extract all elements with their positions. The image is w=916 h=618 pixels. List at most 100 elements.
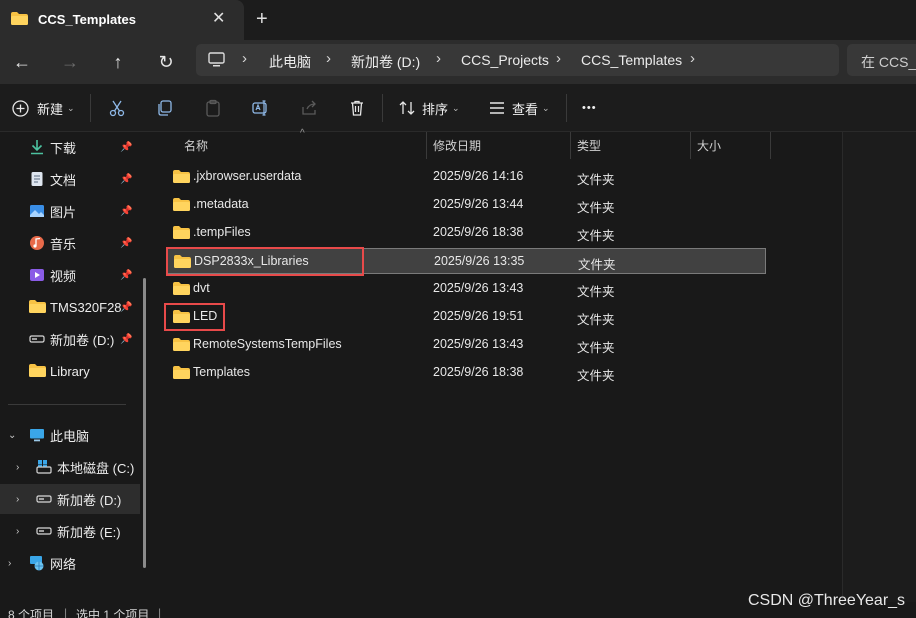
view-button[interactable]: 查看 ⌄	[488, 96, 550, 120]
sidebar-item-pictures[interactable]: 图片 📌	[0, 196, 140, 226]
sidebar-item-downloads[interactable]: 下载 📌	[0, 132, 140, 162]
sidebar-item-tms320f28[interactable]: TMS320F28 📌	[0, 292, 140, 322]
folder-icon	[29, 364, 46, 377]
sidebar-item-label: 文档	[50, 172, 77, 188]
file-row[interactable]: .jxbrowser.userdata 2025/9/26 14:16 文件夹	[166, 164, 766, 190]
breadcrumb-ccs-projects[interactable]: CCS_Projects	[461, 52, 549, 68]
new-tab-button[interactable]: +	[256, 8, 268, 30]
sidebar-item-this-pc[interactable]: ⌄ 此电脑	[0, 420, 140, 450]
sidebar-item-network[interactable]: › 网络	[0, 548, 140, 578]
address-bar[interactable]: › 此电脑 › 新加卷 (D:) › CCS_Projects › CCS_Te…	[196, 44, 839, 76]
chevron-right-icon[interactable]: ›	[16, 462, 19, 473]
chevron-right-icon[interactable]: ›	[690, 50, 695, 67]
file-row[interactable]: RemoteSystemsTempFiles 2025/9/26 13:43 文件夹	[166, 332, 766, 358]
chevron-right-icon[interactable]: ›	[16, 526, 19, 537]
file-row[interactable]: .metadata 2025/9/26 13:44 文件夹	[166, 192, 766, 218]
sidebar-item-music[interactable]: 音乐 📌	[0, 228, 140, 258]
network-icon	[30, 556, 44, 571]
file-date: 2025/9/26 13:44	[433, 197, 524, 211]
file-date: 2025/9/26 18:38	[433, 225, 524, 239]
view-label: 查看	[512, 101, 539, 117]
sidebar-item-drive-d-quick[interactable]: 新加卷 (D:) 📌	[0, 324, 140, 354]
status-divider: |	[64, 606, 68, 618]
delete-button[interactable]	[348, 96, 366, 120]
column-header-date[interactable]: 修改日期	[427, 132, 570, 159]
breadcrumb-drive-d[interactable]: 新加卷 (D:)	[351, 52, 420, 72]
refresh-icon: ↻	[158, 51, 174, 72]
breadcrumb-ccs-templates[interactable]: CCS_Templates	[581, 52, 682, 68]
pin-icon: 📌	[120, 269, 133, 281]
chevron-down-icon: ⌄	[542, 102, 550, 113]
chevron-right-icon[interactable]: ›	[16, 494, 19, 505]
copy-button[interactable]	[156, 96, 174, 120]
refresh-button[interactable]: ↻	[152, 48, 180, 76]
sidebar-item-drive-c[interactable]: › 本地磁盘 (C:)	[0, 452, 140, 482]
file-type: 文件夹	[578, 258, 616, 272]
sidebar-item-label: 视频	[50, 268, 77, 284]
sidebar-scrollbar[interactable]	[143, 278, 146, 568]
toolbar-divider	[90, 94, 91, 122]
sidebar-item-library[interactable]: Library	[0, 356, 140, 386]
file-list: ^ 名称 修改日期 类型 大小 .jxbrowser.userdata 2025/…	[152, 128, 842, 602]
share-button[interactable]	[300, 96, 318, 120]
pin-icon: 📌	[120, 173, 133, 185]
pin-icon: 📌	[120, 237, 133, 249]
sidebar-item-videos[interactable]: 视频 📌	[0, 260, 140, 290]
folder-icon	[173, 170, 190, 183]
column-header-name[interactable]: 名称	[178, 132, 426, 159]
scissors-icon	[109, 100, 125, 117]
file-date: 2025/9/26 18:38	[433, 365, 524, 379]
column-header-size[interactable]: 大小	[691, 132, 770, 159]
rename-icon	[252, 100, 267, 116]
chevron-down-icon: ⌄	[452, 102, 460, 113]
file-row[interactable]: Templates 2025/9/26 18:38 文件夹	[166, 360, 766, 386]
chevron-down-icon[interactable]: ⌄	[8, 430, 16, 441]
up-button[interactable]: ↑	[104, 48, 132, 76]
file-name: .jxbrowser.userdata	[193, 169, 302, 183]
file-type: 文件夹	[577, 313, 615, 327]
title-bar: CCS_Templates ✕ +	[0, 0, 916, 40]
file-date: 2025/9/26 13:35	[434, 254, 525, 268]
clipboard-icon	[206, 99, 220, 117]
sidebar-item-label: 下载	[50, 140, 77, 156]
file-type: 文件夹	[577, 173, 615, 187]
folder-icon	[11, 12, 28, 25]
paste-button[interactable]	[204, 96, 222, 120]
back-button[interactable]: ←	[8, 48, 36, 76]
computer-icon	[208, 52, 225, 67]
chevron-right-icon: ›	[436, 50, 441, 67]
folder-icon	[173, 366, 190, 379]
file-row[interactable]: .tempFiles 2025/9/26 18:38 文件夹	[166, 220, 766, 246]
forward-button[interactable]: →	[56, 48, 84, 76]
command-bar: 新建 ⌄ 排序 ⌄ 查看 ⌄ •••	[0, 84, 916, 132]
more-options-button[interactable]: •••	[582, 96, 597, 120]
chevron-right-icon[interactable]: ›	[8, 558, 11, 569]
search-input[interactable]: 在 CCS_T	[847, 44, 916, 76]
file-type: 文件夹	[577, 369, 615, 383]
column-header-type[interactable]: 类型	[571, 132, 690, 159]
cut-button[interactable]	[108, 96, 126, 120]
pin-icon: 📌	[120, 205, 133, 217]
document-icon	[31, 172, 43, 186]
folder-icon	[173, 282, 190, 295]
file-row[interactable]: LED 2025/9/26 19:51 文件夹	[166, 304, 766, 330]
download-icon	[31, 140, 43, 155]
system-drive-icon	[36, 460, 52, 474]
file-row[interactable]: dvt 2025/9/26 13:43 文件夹	[166, 276, 766, 302]
sort-button[interactable]: 排序 ⌄	[398, 96, 460, 120]
new-label: 新建	[37, 101, 64, 117]
sidebar-item-documents[interactable]: 文档 📌	[0, 164, 140, 194]
breadcrumb-this-pc[interactable]: 此电脑	[269, 52, 311, 72]
rename-button[interactable]	[252, 96, 270, 120]
selected-count: 选中 1 个项目	[76, 608, 150, 618]
plus-circle-icon	[12, 99, 29, 117]
column-divider[interactable]	[770, 132, 771, 159]
close-tab-button[interactable]: ✕	[212, 9, 225, 29]
new-button[interactable]: 新建 ⌄	[12, 96, 75, 120]
picture-icon	[30, 205, 44, 217]
toolbar-divider	[382, 94, 383, 122]
tab-ccs-templates[interactable]: CCS_Templates ✕	[0, 0, 244, 40]
sidebar-item-drive-e[interactable]: › 新加卷 (E:)	[0, 516, 140, 546]
watermark: CSDN @ThreeYear_s	[748, 592, 906, 609]
sidebar-item-drive-d[interactable]: › 新加卷 (D:)	[0, 484, 140, 514]
